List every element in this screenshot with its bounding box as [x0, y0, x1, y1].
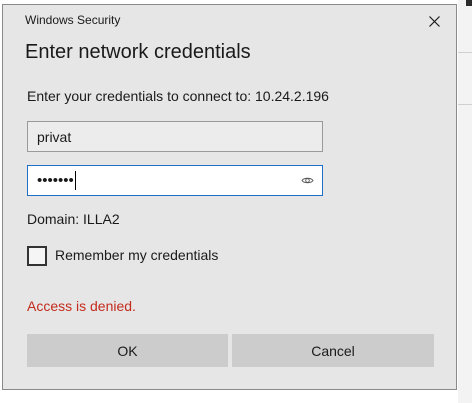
background-window-edge	[458, 0, 472, 403]
error-message: Access is denied.	[27, 298, 136, 314]
cancel-button[interactable]: Cancel	[232, 334, 434, 367]
close-icon	[428, 15, 440, 27]
title-bar: Windows Security	[3, 5, 456, 37]
eye-icon[interactable]	[301, 174, 314, 187]
background-divider	[458, 104, 472, 105]
background-window-corner	[466, 0, 472, 6]
close-button[interactable]	[420, 9, 448, 33]
password-field[interactable]: •••••••	[27, 165, 323, 196]
connect-prompt: Enter your credentials to connect to: 10…	[27, 88, 329, 104]
remember-credentials-label[interactable]: Remember my credentials	[55, 247, 218, 263]
domain-label: Domain: ILLA2	[27, 211, 120, 227]
dialog-heading: Enter network credentials	[25, 41, 251, 63]
ok-button[interactable]: OK	[27, 334, 228, 367]
username-value: privat	[37, 128, 72, 145]
password-masked-value: •••••••	[37, 172, 74, 189]
username-field[interactable]: privat	[27, 121, 323, 152]
window-title: Windows Security	[25, 13, 121, 27]
background-divider	[458, 52, 472, 53]
text-caret	[74, 171, 76, 190]
credentials-dialog: Windows Security Enter network credentia…	[2, 4, 457, 390]
remember-credentials-checkbox[interactable]	[27, 246, 47, 266]
